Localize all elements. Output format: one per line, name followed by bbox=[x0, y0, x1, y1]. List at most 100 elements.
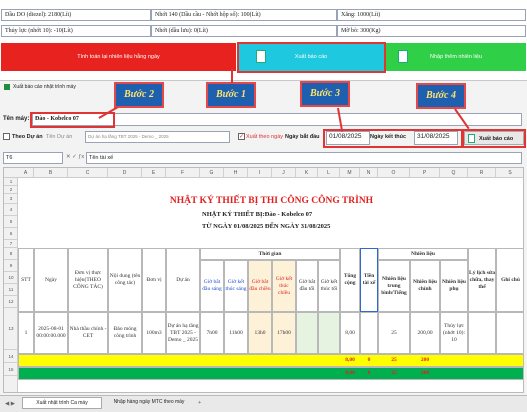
row-header[interactable]: 11 bbox=[4, 284, 18, 296]
column-header[interactable]: E bbox=[142, 168, 166, 178]
row-header[interactable]: 12 bbox=[4, 296, 18, 308]
by-project-checkbox[interactable] bbox=[3, 133, 10, 140]
excel-icon bbox=[398, 50, 408, 63]
column-header[interactable]: F bbox=[166, 168, 200, 178]
cell-dvt[interactable]: 100m3 bbox=[142, 312, 166, 354]
hdr-history: Lý lịch sửa chữa, thay thế bbox=[468, 248, 496, 312]
tab-nav-arrows[interactable]: ◀ ▶ bbox=[5, 399, 15, 409]
column-header[interactable]: G bbox=[200, 168, 224, 178]
column-header[interactable]: B bbox=[34, 168, 68, 178]
cell-date[interactable]: 2025-08-01 00:00:00.000 bbox=[34, 312, 68, 354]
highlight-dates bbox=[323, 129, 463, 148]
cell-end-morning[interactable]: 11h00 bbox=[224, 312, 248, 354]
column-header[interactable]: P bbox=[410, 168, 440, 178]
cell-start-morning[interactable]: 7h00 bbox=[200, 312, 224, 354]
summary-gasoline: Xăng: 1000(Lít) bbox=[337, 9, 526, 21]
hdr-end-morning: Giờ kết thúc sáng bbox=[224, 260, 248, 312]
machine-label: Tên máy: bbox=[3, 116, 30, 122]
start-date-label: Ngày bắt đầu bbox=[285, 134, 320, 140]
hdr-driver[interactable]: Tiền tài xế bbox=[360, 248, 378, 312]
yellow-total-row bbox=[18, 354, 523, 367]
yellow-fuel-avg: 25 bbox=[391, 357, 397, 363]
cell-history[interactable] bbox=[468, 312, 496, 354]
column-header[interactable]: I bbox=[248, 168, 272, 178]
hdr-stt: STT bbox=[18, 248, 34, 312]
column-header[interactable]: C bbox=[68, 168, 108, 178]
row-header[interactable]: 7 bbox=[4, 240, 18, 248]
hdr-content: Nội dung (tên công tác) bbox=[108, 248, 142, 312]
by-date-checkbox[interactable]: ✓ bbox=[238, 133, 245, 140]
column-header[interactable]: R bbox=[468, 168, 496, 178]
column-header[interactable]: H bbox=[224, 168, 248, 178]
row-header[interactable]: 3 bbox=[4, 194, 18, 204]
cell-end-afternoon[interactable]: 17h00 bbox=[272, 312, 296, 354]
tab-export-log[interactable]: Xuất nhật trình Ca máy bbox=[22, 397, 102, 409]
row-header[interactable]: 10 bbox=[4, 272, 18, 284]
recalc-fuel-button[interactable]: Tính toán lại nhiên liệu hằng ngày bbox=[1, 43, 236, 71]
green-total-row bbox=[18, 367, 523, 380]
row-header[interactable]: 13 bbox=[4, 308, 18, 350]
sheet-subtitle-machine: NHẬT KÝ THIẾT BỊ:Đào - Kobelco 07 bbox=[202, 211, 313, 218]
name-box[interactable]: T6 bbox=[3, 152, 63, 164]
row-header[interactable]: 1 bbox=[4, 178, 18, 186]
cell-end-evening[interactable] bbox=[318, 312, 340, 354]
hdr-end-afternoon: Giờ kết thúc chiều bbox=[272, 260, 296, 312]
add-fuel-label: Nhập thêm nhiên liệu bbox=[430, 54, 482, 60]
yellow-driver: 0 bbox=[367, 357, 371, 363]
hdr-unit: Đơn vị thực hiện(THEO CÔNG TÁC) bbox=[68, 248, 108, 312]
row-header[interactable]: 8 bbox=[4, 248, 18, 260]
green-fuel-main: 200 bbox=[420, 370, 430, 376]
row-header[interactable]: 15 bbox=[4, 363, 18, 376]
row-header[interactable]: 9 bbox=[4, 260, 18, 272]
column-header[interactable]: Q bbox=[440, 168, 468, 178]
cell-total[interactable]: 8,00 bbox=[340, 312, 360, 354]
cell-start-evening[interactable] bbox=[296, 312, 318, 354]
row-headers: 1 2 3 4 5 6 7 8 9 10 11 12 13 14 15 bbox=[4, 178, 18, 392]
row-header[interactable]: 2 bbox=[4, 186, 18, 194]
column-header[interactable]: O bbox=[378, 168, 410, 178]
column-header[interactable]: A bbox=[18, 168, 34, 178]
row-header[interactable]: 4 bbox=[4, 204, 18, 216]
summary-engine-oil: Nhớt (dầu lưu): 0(Lít) bbox=[151, 25, 337, 37]
sheet-title: NHẬT KÝ THIẾT BỊ THI CÔNG CÔNG TRÌNH bbox=[169, 196, 374, 206]
hdr-time-group: Thời gian bbox=[200, 248, 340, 260]
cell-note[interactable] bbox=[496, 312, 523, 354]
cell-project[interactable]: Dự án hạ tầng TBT 2025 - Demo _ 2025 bbox=[166, 312, 200, 354]
cell-start-afternoon[interactable]: 13h0 bbox=[248, 312, 272, 354]
yellow-total: 8,00 bbox=[345, 357, 355, 363]
column-header[interactable]: D bbox=[108, 168, 142, 178]
row-header[interactable]: 14 bbox=[4, 350, 18, 363]
project-label: Tên Dự án bbox=[46, 134, 73, 140]
cell-fuel-main[interactable]: 200,00 bbox=[410, 312, 440, 354]
callout-step2: Bước 2 bbox=[114, 82, 164, 108]
project-select[interactable]: Dự án hạ tầng TBT 2025 - Demo _ 2025 bbox=[85, 131, 230, 143]
add-fuel-button[interactable]: Nhập thêm nhiên liệu bbox=[386, 43, 526, 71]
column-header[interactable]: M bbox=[340, 168, 360, 178]
row-header[interactable]: 5 bbox=[4, 216, 18, 228]
cell-fuel-aux[interactable]: Thủy lực (nhớt 10): 10 bbox=[440, 312, 468, 354]
column-header[interactable]: S bbox=[496, 168, 523, 178]
summary-gear-oil: Nhớt 140 (Dầu cầu - Nhớt hộp số): 100(Lí… bbox=[151, 9, 337, 21]
arrow-step1 bbox=[231, 69, 233, 83]
by-project-label: Theo Dự án bbox=[12, 134, 43, 140]
green-total: 8,00 bbox=[345, 370, 355, 376]
column-header[interactable]: K bbox=[296, 168, 318, 178]
green-driver: 0 bbox=[367, 370, 371, 376]
summary-diesel: Dầu DO (diezel): 2180(Lít) bbox=[1, 9, 151, 21]
cell-unit[interactable]: Nhà thầu chính - CET bbox=[68, 312, 108, 354]
add-sheet-icon[interactable]: + bbox=[198, 398, 201, 408]
cell-stt[interactable]: 1 bbox=[18, 312, 34, 354]
fx-icon: ✕ ✓ ƒx bbox=[66, 154, 85, 160]
column-header[interactable]: N bbox=[360, 168, 378, 178]
cell-fuel-avg[interactable]: 25 bbox=[378, 312, 410, 354]
spreadsheet[interactable]: ABCDEFGHIJKLMNOPQRSTU 123456789101112131… bbox=[3, 167, 524, 393]
formula-bar[interactable]: Tên tài xế bbox=[86, 152, 522, 164]
row-header[interactable]: 6 bbox=[4, 228, 18, 240]
column-header[interactable]: J bbox=[272, 168, 296, 178]
summary-hydraulic: Thủy lực (nhớt 10): -10(Lít) bbox=[1, 25, 151, 37]
cell-driver[interactable] bbox=[360, 312, 378, 354]
cell-content[interactable]: Đào móng công trình bbox=[108, 312, 142, 354]
by-date-label: Xuất theo ngày bbox=[246, 134, 284, 140]
column-header[interactable]: L bbox=[318, 168, 340, 178]
tab-daily-input[interactable]: Nhập hàng ngày MTC theo máy bbox=[104, 397, 194, 409]
